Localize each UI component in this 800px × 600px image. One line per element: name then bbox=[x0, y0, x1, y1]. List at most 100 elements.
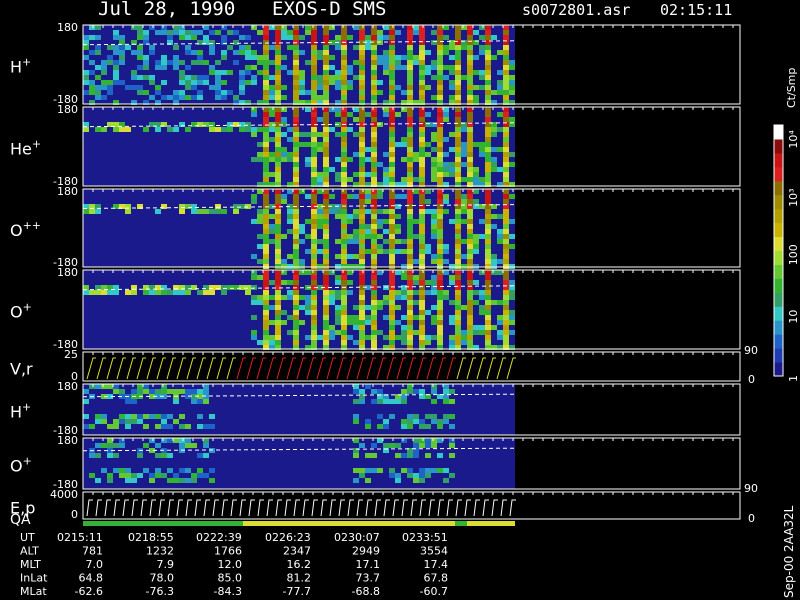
heat-cell bbox=[389, 167, 395, 172]
heat-cell bbox=[359, 162, 365, 167]
heat-cell bbox=[323, 152, 329, 157]
heat-cell bbox=[491, 325, 497, 330]
heat-cell bbox=[413, 275, 419, 280]
heat-cell bbox=[167, 414, 173, 419]
heat-cell bbox=[275, 60, 281, 65]
heat-cell bbox=[485, 305, 491, 310]
heat-cell bbox=[287, 315, 293, 320]
heat-cell bbox=[371, 259, 377, 264]
heat-cell bbox=[299, 85, 305, 90]
heat-cell bbox=[443, 468, 449, 473]
heat-cell bbox=[419, 55, 425, 60]
heat-cell bbox=[371, 204, 377, 209]
heat-cell bbox=[413, 30, 419, 35]
colorbar-segment bbox=[774, 180, 783, 196]
heat-cell bbox=[359, 65, 365, 70]
heat-cell bbox=[341, 325, 347, 330]
heat-cell bbox=[347, 254, 353, 259]
heat-cell bbox=[239, 122, 245, 127]
heat-cell bbox=[95, 478, 101, 483]
heat-cell bbox=[455, 147, 461, 152]
heat-cell bbox=[509, 65, 515, 70]
heat-cell bbox=[293, 275, 299, 280]
heat-cell bbox=[209, 209, 215, 214]
heat-cell bbox=[251, 199, 257, 204]
heat-cell bbox=[257, 55, 263, 60]
heat-cell bbox=[311, 112, 317, 117]
heat-cell bbox=[497, 234, 503, 239]
heat-cell bbox=[269, 172, 275, 177]
heat-cell bbox=[401, 137, 407, 142]
heat-cell bbox=[293, 244, 299, 249]
heat-cell bbox=[407, 424, 413, 429]
heat-cell bbox=[443, 389, 449, 394]
qa-label: QA bbox=[10, 512, 31, 528]
heat-cell bbox=[353, 132, 359, 137]
heat-cell bbox=[173, 438, 179, 443]
heat-cell bbox=[347, 239, 353, 244]
heat-cell bbox=[221, 95, 227, 100]
heat-cell bbox=[461, 75, 467, 80]
heat-cell bbox=[455, 90, 461, 95]
heat-cell bbox=[119, 438, 125, 443]
heat-cell bbox=[407, 127, 413, 132]
heat-cell bbox=[341, 224, 347, 229]
heat-cell bbox=[251, 25, 257, 30]
heat-cell bbox=[503, 162, 509, 167]
heat-cell bbox=[401, 295, 407, 300]
colorbar-segment bbox=[774, 250, 783, 265]
heat-cell bbox=[95, 65, 101, 70]
heat-cell bbox=[131, 50, 137, 55]
heat-cell bbox=[263, 107, 269, 112]
heat-cell bbox=[161, 30, 167, 35]
heat-cell bbox=[383, 229, 389, 234]
heat-cell bbox=[341, 142, 347, 147]
heat-cell bbox=[407, 194, 413, 199]
heat-cell bbox=[275, 90, 281, 95]
heat-cell bbox=[287, 70, 293, 75]
heat-cell bbox=[473, 177, 479, 182]
heat-cell bbox=[269, 25, 275, 30]
heat-cell bbox=[371, 389, 377, 394]
heat-cell bbox=[413, 300, 419, 305]
heat-cell bbox=[371, 75, 377, 80]
heat-cell bbox=[437, 112, 443, 117]
heat-cell bbox=[341, 335, 347, 340]
heat-cell bbox=[401, 142, 407, 147]
heat-cell bbox=[107, 80, 113, 85]
heat-cell bbox=[503, 80, 509, 85]
heat-cell bbox=[161, 414, 167, 419]
heat-cell bbox=[263, 65, 269, 70]
heat-cell bbox=[431, 275, 437, 280]
heat-cell bbox=[425, 340, 431, 345]
heat-cell bbox=[377, 234, 383, 239]
heat-cell bbox=[137, 55, 143, 60]
heat-cell bbox=[287, 152, 293, 157]
heat-cell bbox=[335, 70, 341, 75]
heat-cell bbox=[443, 112, 449, 117]
heat-cell bbox=[407, 275, 413, 280]
heat-cell bbox=[509, 330, 515, 335]
heat-cell bbox=[431, 229, 437, 234]
heat-cell bbox=[431, 280, 437, 285]
heat-cell bbox=[143, 65, 149, 70]
heat-cell bbox=[455, 167, 461, 172]
heat-cell bbox=[83, 70, 89, 75]
heat-cell bbox=[467, 310, 473, 315]
heat-cell bbox=[281, 65, 287, 70]
heat-cell bbox=[485, 290, 491, 295]
heat-cell bbox=[401, 194, 407, 199]
heat-cell bbox=[437, 25, 443, 30]
heat-cell bbox=[263, 25, 269, 30]
heat-cell bbox=[299, 270, 305, 275]
heat-cell bbox=[299, 35, 305, 40]
heat-cell bbox=[335, 320, 341, 325]
heat-cell bbox=[113, 50, 119, 55]
heat-cell bbox=[323, 189, 329, 194]
heat-cell bbox=[323, 290, 329, 295]
heat-cell bbox=[413, 478, 419, 483]
heat-cell bbox=[419, 340, 425, 345]
heat-cell bbox=[407, 468, 413, 473]
heat-cell bbox=[323, 335, 329, 340]
heat-cell bbox=[407, 244, 413, 249]
